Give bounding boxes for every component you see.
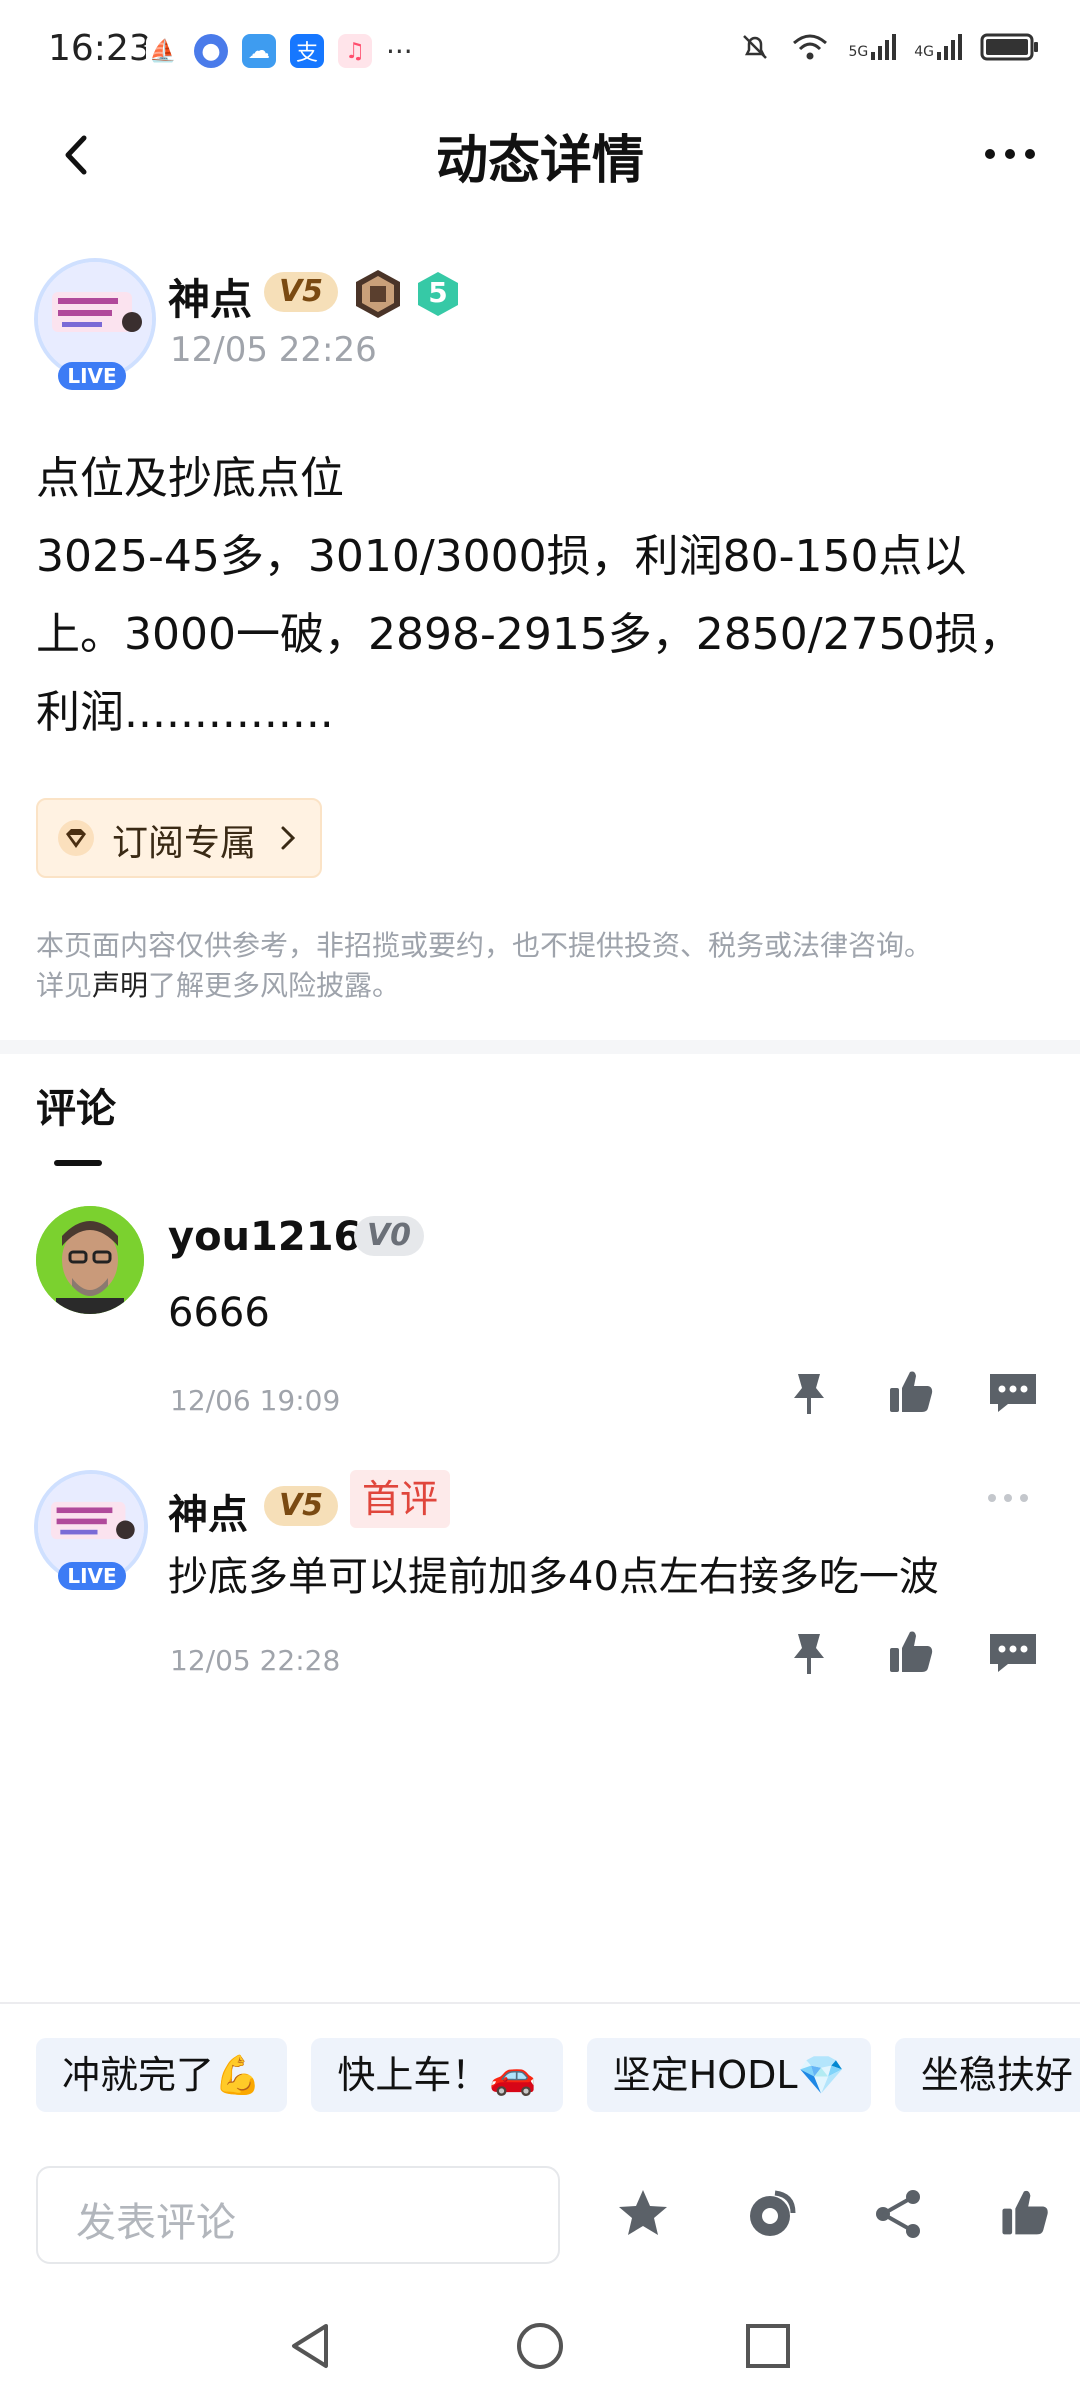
bottom-actions [614, 2178, 1054, 2250]
author-name[interactable]: 神点 [168, 266, 252, 327]
quick-reply-chip[interactable]: 快上车！🚗 [311, 2038, 563, 2112]
reply-comment-icon[interactable] [986, 1366, 1040, 1420]
level-badge: 5 [414, 270, 462, 318]
diamond-icon [58, 820, 94, 856]
post-content-line1: 点位及抄底点位 [36, 453, 344, 504]
post-content: 点位及抄底点位 3025-45多，3010/3000损，利润80-150点以上。… [36, 440, 1046, 752]
comment-time: 12/06 19:09 [170, 1384, 341, 1417]
comment-input-placeholder: 发表评论 [76, 2200, 236, 2246]
signal-4g-icon: 4G [914, 34, 962, 60]
vip-level-badge: V0 [354, 1216, 424, 1256]
share-icon[interactable] [869, 2185, 927, 2243]
music-app-icon: ♫ [338, 34, 372, 68]
status-time: 16:23 [48, 28, 152, 69]
post-author: LIVE 神点 V5 5 12/05 22:26 [34, 258, 1034, 398]
live-badge: LIVE [58, 362, 126, 390]
vip-level-badge: V5 [264, 272, 338, 312]
mute-bell-icon [743, 35, 768, 59]
comment-item: LIVE 神点 V5 首评 抄底多单可以提前加多40点左右接多吃一波 12/05… [0, 1470, 1080, 1690]
quick-reply-chips: 冲就完了💪 快上车！🚗 坚定HODL💎 坐稳扶好 [36, 2038, 1080, 2112]
thumbs-up-icon[interactable] [884, 1366, 938, 1420]
comment-time: 12/05 22:28 [170, 1644, 341, 1677]
vip-level-badge: V5 [264, 1486, 338, 1526]
comments-tab[interactable]: 评论 [36, 1076, 116, 1134]
status-bar: 16:23 ⛵ ● ☁ 支 ♫ ··· 5G 4G [0, 0, 1080, 100]
comment-actions [782, 1366, 1040, 1420]
top-bar: 动态详情 [0, 100, 1080, 210]
chevron-right-icon [281, 826, 296, 850]
pin-icon[interactable] [782, 1626, 836, 1680]
wifi-icon [793, 34, 828, 60]
like-post-icon[interactable] [996, 2185, 1054, 2243]
weather-app-icon: ☁ [242, 34, 276, 68]
subscribe-label: 订阅专属 [112, 823, 257, 864]
section-divider [0, 1040, 1080, 1054]
system-nav-bar [0, 2300, 1080, 2400]
rank-medal-icon [356, 270, 400, 318]
quick-reply-chip[interactable]: 坚定HODL💎 [586, 2038, 871, 2112]
pin-icon[interactable] [782, 1366, 836, 1420]
quick-reply-divider [0, 2002, 1080, 2004]
notification-icons: ⛵ ● ☁ 支 ♫ ··· [146, 34, 413, 68]
subscribe-exclusive-button[interactable]: 订阅专属 [36, 798, 322, 878]
nav-back-icon[interactable] [282, 2318, 338, 2374]
coin-reward-icon[interactable] [741, 2185, 799, 2243]
commenter-avatar[interactable] [36, 1206, 144, 1314]
first-comment-badge: 首评 [350, 1470, 451, 1528]
reply-comment-icon[interactable] [986, 1626, 1040, 1680]
comment-actions [782, 1626, 1040, 1680]
battery-icon [980, 33, 1038, 61]
favorite-star-icon[interactable] [614, 2185, 672, 2243]
level-badge-number: 5 [428, 276, 448, 309]
disclaimer-statement-link[interactable]: 声明 [92, 969, 148, 1002]
comment-input[interactable]: 发表评论 [36, 2166, 560, 2264]
disclaimer-prefix: 详见 [36, 969, 93, 1002]
commenter-name[interactable]: 神点 [168, 1482, 248, 1540]
system-icons: 5G 4G [738, 30, 1040, 64]
comment-more-icon[interactable] [984, 1490, 1032, 1506]
more-notifications-icon: ··· [386, 34, 413, 68]
comments-tab-indicator [54, 1160, 102, 1166]
avatar-image [38, 262, 152, 376]
more-options-icon[interactable] [980, 134, 1040, 174]
signal-5g-icon: 5G [848, 34, 897, 60]
thumbs-up-icon[interactable] [884, 1626, 938, 1680]
planet-app-icon: ● [194, 34, 228, 68]
disclaimer-line1: 本页面内容仅供参考，非招揽或要约，也不提供投资、税务或法律咨询。 [36, 929, 933, 962]
nav-home-icon[interactable] [512, 2318, 568, 2374]
avatar-image [36, 1206, 144, 1314]
comment-item: you1216 V0 6666 12/06 19:09 [0, 1206, 1080, 1426]
comment-text: 抄底多单可以提前加多40点左右接多吃一波 [168, 1554, 939, 1600]
quick-reply-chip[interactable]: 坐稳扶好 [894, 2038, 1080, 2112]
nav-recents-icon[interactable] [740, 2318, 796, 2374]
page-title: 动态详情 [435, 131, 644, 191]
alipay-app-icon: 支 [290, 34, 324, 68]
quick-reply-chip[interactable]: 冲就完了💪 [36, 2038, 288, 2112]
post-content-body: 3025-45多，3010/3000损，利润80-150点以上。3000一破，2… [36, 531, 1023, 738]
comment-text: 6666 [168, 1290, 270, 1336]
disclaimer-suffix: 了解更多风险披露。 [148, 969, 401, 1002]
disclaimer-line2: 详见声明了解更多风险披露。 [36, 966, 1046, 1006]
boat-app-icon: ⛵ [146, 34, 180, 68]
commenter-name[interactable]: you1216 [168, 1214, 361, 1260]
disclaimer: 本页面内容仅供参考，非招揽或要约，也不提供投资、税务或法律咨询。 详见声明了解更… [36, 926, 1046, 1006]
live-badge: LIVE [58, 1562, 126, 1590]
post-time: 12/05 22:26 [170, 330, 377, 370]
